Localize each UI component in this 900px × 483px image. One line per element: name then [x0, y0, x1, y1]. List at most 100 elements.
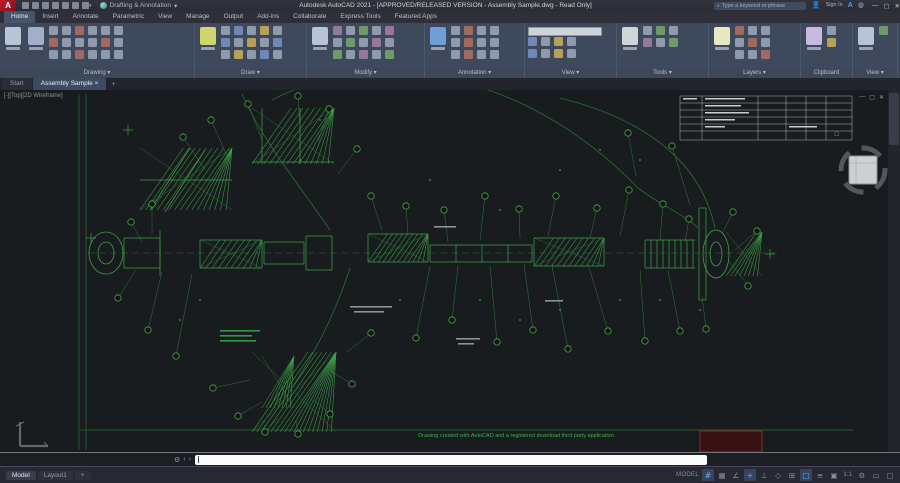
- new-file-icon[interactable]: [22, 2, 29, 9]
- tools-tool-icon-3[interactable]: [643, 38, 652, 47]
- draw-tool-icon-9[interactable]: [273, 38, 282, 47]
- ribbon-tab-express-tools[interactable]: Express Tools: [333, 11, 387, 23]
- viewcube[interactable]: ⌂: [832, 124, 894, 212]
- modify-tool-icon-1[interactable]: [346, 26, 355, 35]
- save-icon[interactable]: [42, 2, 49, 9]
- annotation-scale[interactable]: 1:1: [842, 469, 854, 481]
- drawing-tool-icon-15[interactable]: [88, 50, 97, 59]
- draw-tool-icon-10[interactable]: [221, 50, 230, 59]
- drawing-tool-icon-11[interactable]: [114, 38, 123, 47]
- account-icon[interactable]: 👤: [812, 0, 821, 11]
- workspace-selector[interactable]: Drafting & Annotation ▾: [100, 2, 178, 10]
- draw-tool-icon-0[interactable]: [221, 26, 230, 35]
- open-file-icon[interactable]: [32, 2, 39, 9]
- modify-tool-icon-0[interactable]: [333, 26, 342, 35]
- modify-tool-icon-14[interactable]: [385, 50, 394, 59]
- drawing-tool-icon-8[interactable]: [75, 38, 84, 47]
- draw-tool-icon-2[interactable]: [247, 26, 256, 35]
- drawing-big-tool-icon-1[interactable]: [26, 25, 46, 63]
- ribbon-tab-collaborate[interactable]: Collaborate: [286, 11, 333, 23]
- draw-tool-icon-12[interactable]: [247, 50, 256, 59]
- qat-dropdown-icon[interactable]: ▾: [89, 3, 92, 9]
- modify-tool-icon-4[interactable]: [385, 26, 394, 35]
- isodraft-toggle[interactable]: ⊞: [786, 469, 798, 481]
- ribbon-tab-home[interactable]: Home: [4, 11, 35, 23]
- infer-constraints-toggle[interactable]: ∠: [730, 469, 742, 481]
- isolate-objects[interactable]: ▭: [870, 469, 882, 481]
- grid-toggle[interactable]: #: [702, 469, 714, 481]
- osnap-toggle[interactable]: □: [800, 469, 812, 481]
- view-tool-icon-0[interactable]: [528, 37, 537, 46]
- ribbon-tab-insert[interactable]: Insert: [35, 11, 65, 23]
- panel-label-annotation[interactable]: Annotation ▾: [425, 68, 524, 78]
- annotation-tool-icon-8[interactable]: [451, 50, 460, 59]
- modify-tool-icon-8[interactable]: [372, 38, 381, 47]
- doc-minimize-icon[interactable]: —: [859, 94, 865, 101]
- drawing-tool-icon-1[interactable]: [62, 26, 71, 35]
- redo-icon[interactable]: [82, 2, 89, 9]
- draw-tool-icon-4[interactable]: [273, 26, 282, 35]
- tools-tool-icon-1[interactable]: [656, 26, 665, 35]
- view-tool-icon-2[interactable]: [554, 37, 563, 46]
- annotation-tool-icon-11[interactable]: [490, 50, 499, 59]
- ribbon-tab-add-ins[interactable]: Add-ins: [250, 11, 286, 23]
- view-tool-icon-0[interactable]: [879, 26, 888, 35]
- help-globe-icon[interactable]: ◍: [858, 0, 864, 11]
- draw-tool-icon-7[interactable]: [247, 38, 256, 47]
- view-big-tool-icon-0[interactable]: [856, 25, 876, 63]
- modify-tool-icon-6[interactable]: [346, 38, 355, 47]
- view-gallery-dropdown[interactable]: [528, 27, 602, 36]
- draw-big-tool-icon-0[interactable]: [198, 25, 218, 63]
- panel-label-clipboard[interactable]: Clipboard: [801, 68, 852, 78]
- view-tool-icon-5[interactable]: [541, 49, 550, 58]
- tools-big-tool-icon-0[interactable]: [620, 25, 640, 63]
- workspace-switch[interactable]: ⚙: [856, 469, 868, 481]
- draw-tool-icon-13[interactable]: [260, 50, 269, 59]
- drawing-tool-icon-13[interactable]: [62, 50, 71, 59]
- panel-label-view[interactable]: View ▾: [853, 68, 897, 78]
- doc-close-icon[interactable]: ✕: [879, 94, 884, 101]
- modify-tool-icon-12[interactable]: [359, 50, 368, 59]
- draw-tool-icon-11[interactable]: [234, 50, 243, 59]
- undo-icon[interactable]: [72, 2, 79, 9]
- model-space-canvas[interactable]: [-][Top][2D Wireframe] — ▢ ✕ ⌂: [0, 90, 900, 452]
- ribbon-tab-manage[interactable]: Manage: [179, 11, 217, 23]
- draw-tool-icon-8[interactable]: [260, 38, 269, 47]
- modify-tool-icon-10[interactable]: [333, 50, 342, 59]
- ribbon-tab-parametric[interactable]: Parametric: [106, 11, 151, 23]
- tools-tool-icon-4[interactable]: [656, 38, 665, 47]
- drawing-tool-icon-6[interactable]: [49, 38, 58, 47]
- ribbon-tab-annotate[interactable]: Annotate: [66, 11, 106, 23]
- viewport-controls[interactable]: [-][Top][2D Wireframe]: [4, 93, 63, 99]
- modify-tool-icon-3[interactable]: [372, 26, 381, 35]
- ortho-toggle[interactable]: ⊥: [758, 469, 770, 481]
- modify-tool-icon-2[interactable]: [359, 26, 368, 35]
- layers-tool-icon-3[interactable]: [735, 38, 744, 47]
- annotation-tool-icon-4[interactable]: [451, 38, 460, 47]
- view-tool-icon-3[interactable]: [567, 37, 576, 46]
- layers-tool-icon-7[interactable]: [748, 50, 757, 59]
- modify-tool-icon-7[interactable]: [359, 38, 368, 47]
- help-search-box[interactable]: ⌕ Type a keyword or phrase: [714, 2, 806, 10]
- draw-tool-icon-14[interactable]: [273, 50, 282, 59]
- file-tab-assembly-sample[interactable]: Assembly Sample ×: [33, 78, 107, 90]
- scrollbar-thumb[interactable]: [889, 93, 899, 145]
- restore-button[interactable]: ▢: [883, 2, 889, 10]
- clipboard-big-tool-icon-0[interactable]: [804, 25, 824, 63]
- plot-icon[interactable]: [62, 2, 69, 9]
- drawing-tool-icon-0[interactable]: [49, 26, 58, 35]
- ribbon-tab-featured-apps[interactable]: Featured Apps: [388, 11, 444, 23]
- drawing-tool-icon-4[interactable]: [101, 26, 110, 35]
- command-input[interactable]: [195, 455, 707, 465]
- canvas-scrollbar[interactable]: [888, 90, 900, 452]
- close-button[interactable]: ✕: [895, 2, 900, 10]
- layers-tool-icon-8[interactable]: [761, 50, 770, 59]
- drawing-tool-icon-12[interactable]: [49, 50, 58, 59]
- layout-tab-layout1[interactable]: Layout1: [38, 471, 73, 480]
- view-tool-icon-1[interactable]: [541, 37, 550, 46]
- autocad-app-button[interactable]: A: [0, 0, 16, 11]
- annotation-tool-icon-7[interactable]: [490, 38, 499, 47]
- view-tool-icon-6[interactable]: [554, 49, 563, 58]
- modify-big-tool-icon-0[interactable]: [310, 25, 330, 63]
- snap-toggle[interactable]: ▦: [716, 469, 728, 481]
